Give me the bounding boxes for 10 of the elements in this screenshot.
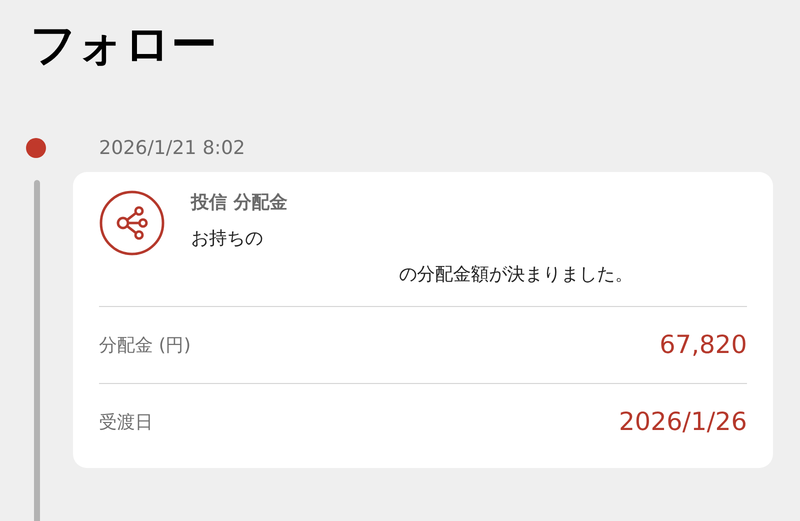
category-label: 投信 分配金 xyxy=(191,191,288,215)
row-value: 2026/1/26 xyxy=(618,406,747,438)
message-text: の分配金額が決まりました。 xyxy=(399,263,633,287)
timestamp: 2026/1/21 8:02 xyxy=(99,136,246,160)
share-icon xyxy=(99,190,165,256)
row-label: 受渡日 xyxy=(99,410,153,434)
page-title: フォロー xyxy=(29,16,217,73)
row-label: 分配金 (円) xyxy=(99,334,191,358)
row-value: 67,820 xyxy=(660,329,747,362)
message-text: お持ちの xyxy=(191,227,263,251)
